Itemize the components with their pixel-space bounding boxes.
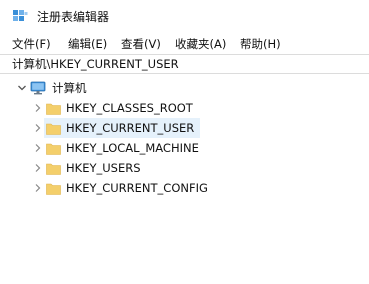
address-path[interactable]: 计算机\HKEY_CURRENT_USER — [12, 57, 179, 72]
tree-node-hkey-users[interactable]: HKEY_USERS — [0, 158, 369, 178]
tree-node-label: HKEY_USERS — [66, 161, 141, 175]
tree-node-hkey-classes-root[interactable]: HKEY_CLASSES_ROOT — [0, 98, 369, 118]
chevron-right-icon[interactable] — [33, 103, 43, 113]
chevron-right-icon[interactable] — [33, 143, 43, 153]
menu-bar: 文件(F) 编辑(E) 查看(V) 收藏夹(A) 帮助(H) — [0, 34, 369, 54]
folder-icon — [46, 103, 61, 115]
computer-icon — [30, 81, 46, 95]
tree-node-computer[interactable]: 计算机 — [0, 78, 369, 98]
tree-node-hkey-current-config[interactable]: HKEY_CURRENT_CONFIG — [0, 178, 369, 198]
folder-icon — [46, 163, 61, 175]
title-bar: 注册表编辑器 — [0, 0, 369, 32]
address-bar[interactable]: 计算机\HKEY_CURRENT_USER — [0, 54, 369, 74]
menu-help[interactable]: 帮助(H) — [240, 36, 281, 52]
tree-node-label: HKEY_CLASSES_ROOT — [66, 101, 193, 115]
tree-node-hkey-local-machine[interactable]: HKEY_LOCAL_MACHINE — [0, 138, 369, 158]
registry-editor-icon — [13, 10, 28, 21]
tree-node-label: HKEY_CURRENT_USER — [66, 121, 195, 135]
chevron-down-icon[interactable] — [17, 83, 27, 93]
menu-edit[interactable]: 编辑(E) — [68, 36, 107, 52]
registry-tree: 计算机 HKEY_CLASSES_ROOT HKEY_CURRENT_USER … — [0, 76, 369, 284]
tree-node-label: HKEY_CURRENT_CONFIG — [66, 181, 208, 195]
chevron-right-icon[interactable] — [33, 123, 43, 133]
window-title: 注册表编辑器 — [37, 10, 110, 24]
tree-node-label: 计算机 — [52, 81, 87, 95]
tree-node-hkey-current-user[interactable]: HKEY_CURRENT_USER — [0, 118, 369, 138]
chevron-right-icon[interactable] — [33, 163, 43, 173]
menu-file[interactable]: 文件(F) — [12, 36, 51, 52]
tree-node-label: HKEY_LOCAL_MACHINE — [66, 141, 199, 155]
menu-favorites[interactable]: 收藏夹(A) — [175, 36, 226, 52]
chevron-right-icon[interactable] — [33, 183, 43, 193]
folder-icon — [46, 183, 61, 195]
folder-icon — [46, 143, 61, 155]
folder-icon — [46, 123, 61, 135]
menu-view[interactable]: 查看(V) — [121, 36, 161, 52]
